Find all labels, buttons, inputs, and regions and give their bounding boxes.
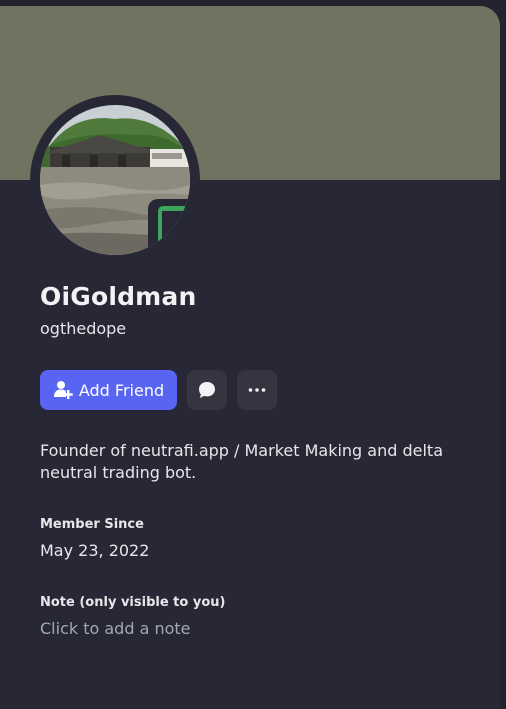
avatar[interactable] xyxy=(40,105,190,255)
add-friend-label: Add Friend xyxy=(78,380,165,400)
message-button[interactable] xyxy=(187,370,227,410)
add-user-icon xyxy=(53,381,73,399)
avatar-ring xyxy=(30,95,200,265)
note-label: Note (only visible to you) xyxy=(40,595,226,610)
display-name: OiGoldman xyxy=(40,282,197,311)
ellipsis-icon xyxy=(248,388,266,392)
chat-bubble-icon xyxy=(199,382,215,398)
member-since-date: May 23, 2022 xyxy=(40,541,150,560)
profile-card: OiGoldman ogthedope Add Friend Founder o… xyxy=(0,6,500,709)
note-input[interactable]: Click to add a note xyxy=(40,619,191,638)
mobile-phone-icon xyxy=(158,206,188,252)
member-since-label: Member Since xyxy=(40,517,144,532)
username: ogthedope xyxy=(40,319,127,338)
status-indicator xyxy=(148,199,190,255)
profile-bio: Founder of neutrafi.app / Market Making … xyxy=(40,441,443,482)
add-friend-button[interactable]: Add Friend xyxy=(40,370,177,410)
more-options-button[interactable] xyxy=(237,370,277,410)
